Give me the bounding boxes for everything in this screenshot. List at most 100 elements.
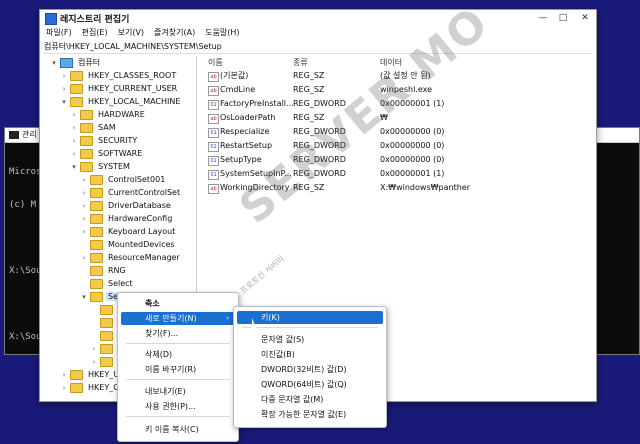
tree-item[interactable]: ▾ SYSTEM: [70, 160, 132, 173]
tree-item[interactable]: › ResourceManager: [80, 251, 182, 264]
folder-icon: [70, 96, 83, 107]
expand-down-icon[interactable]: ▾: [80, 291, 88, 304]
folder-icon: [90, 200, 103, 211]
folder-icon: [70, 369, 83, 380]
tree-item[interactable]: ▾ HKEY_LOCAL_MACHINE: [60, 95, 182, 108]
value-data: 0x00000001 (1): [380, 99, 445, 108]
mouse-cursor-icon: [252, 318, 257, 330]
string-value-icon: ab: [208, 184, 219, 194]
value-row[interactable]: ab WorkingDirectory REG_SZ X:₩windows₩panth…: [200, 181, 592, 194]
value-type: REG_SZ: [293, 71, 325, 80]
menu-item-new-label: 새로 만들기(N): [145, 314, 197, 323]
column-header-type[interactable]: 종류: [293, 56, 308, 69]
tree-item[interactable]: MountedDevices: [80, 238, 177, 251]
chevron-right-icon: ›: [226, 314, 229, 322]
tree-item[interactable]: › ControlSet001: [80, 173, 167, 186]
column-header-name[interactable]: 이름: [208, 56, 223, 69]
menu-item-new[interactable]: 새로 만들기(N) ›: [121, 312, 235, 325]
tree-item[interactable]: › DriverDatabase: [80, 199, 173, 212]
title-bar[interactable]: 레지스트리 편집기 — □ ✕: [40, 10, 596, 26]
submenu-item-qword-value[interactable]: QWORD(64비트) 값(Q): [237, 378, 383, 391]
folder-icon: [70, 83, 83, 94]
tree-item[interactable]: [90, 316, 120, 329]
submenu-item-expandable-string-value[interactable]: 확장 가능한 문자열 값(E): [237, 408, 383, 421]
menu-edit[interactable]: 편집(E): [82, 26, 108, 39]
tree-item[interactable]: RNG: [80, 264, 128, 277]
menu-file[interactable]: 파일(F): [46, 26, 72, 39]
value-row[interactable]: ab (기본값) REG_SZ (값 설정 안 됨): [200, 69, 592, 82]
tree-item[interactable]: › HardwareConfig: [80, 212, 174, 225]
tree-item[interactable]: [90, 303, 120, 316]
value-row[interactable]: 01 RestartSetup REG_DWORD 0x00000000 (0): [200, 139, 592, 152]
menu-separator: [126, 343, 230, 344]
value-name: OsLoaderPath: [220, 113, 276, 122]
tree-item[interactable]: › CurrentControlSet: [80, 186, 182, 199]
folder-icon: [90, 239, 103, 250]
tree-item[interactable]: › SAM: [70, 121, 118, 134]
value-type: REG_DWORD: [293, 127, 346, 136]
tree-item[interactable]: › SOFTWARE: [70, 147, 144, 160]
menu-item-export[interactable]: 내보내기(E): [121, 385, 235, 398]
submenu-item-key[interactable]: 키(K): [237, 311, 383, 324]
address-bar[interactable]: 컴퓨터\HKEY_LOCAL_MACHINE\SYSTEM\Setup: [44, 41, 592, 54]
value-name: (기본값): [220, 71, 249, 80]
tree-item-label: DriverDatabase: [108, 201, 171, 210]
tree-item-label: HardwareConfig: [108, 214, 173, 223]
menu-item-copy-key-name[interactable]: 키 이름 복사(C): [121, 423, 235, 436]
expand-down-icon[interactable]: ▾: [60, 96, 68, 109]
minimize-button[interactable]: —: [536, 12, 550, 24]
column-header-data[interactable]: 데이터: [380, 56, 402, 69]
submenu-item-multi-string-value[interactable]: 다중 문자열 값(M): [237, 393, 383, 406]
tree-item[interactable]: › HKEY_CURRENT_USER: [60, 82, 179, 95]
value-row[interactable]: 01 SetupType REG_DWORD 0x00000000 (0): [200, 153, 592, 166]
tree-item[interactable]: › Keyboard Layout: [80, 225, 177, 238]
tree-item-label: SECURITY: [98, 136, 138, 145]
tree-item[interactable]: › HARDWARE: [70, 108, 147, 121]
menu-separator: [126, 379, 230, 380]
tree-item[interactable]: Select: [80, 277, 135, 290]
value-name: RestartSetup: [220, 141, 273, 150]
value-row[interactable]: 01 Respecialize REG_DWORD 0x00000000 (0): [200, 125, 592, 138]
computer-icon: [60, 57, 73, 68]
expand-right-icon[interactable]: ›: [60, 382, 68, 395]
submenu-item-binary-value[interactable]: 이진값(B): [237, 348, 383, 361]
tree-item-label: 컴퓨터: [78, 58, 101, 67]
value-type: REG_SZ: [293, 113, 325, 122]
cmd-icon: [9, 130, 19, 139]
value-data: 0x00000000 (0): [380, 127, 445, 136]
tree-item[interactable]: › SECURITY: [70, 134, 139, 147]
tree-item-label: SAM: [98, 123, 116, 132]
menu-item-delete[interactable]: 삭제(D): [121, 348, 235, 361]
tree-item[interactable]: [90, 329, 120, 342]
submenu-item-dword-value[interactable]: DWORD(32비트) 값(D): [237, 363, 383, 376]
menu-view[interactable]: 보기(V): [118, 26, 144, 39]
value-row[interactable]: ab OsLoaderPath REG_SZ ₩: [200, 111, 592, 124]
value-row[interactable]: 01 SystemSetupInP... REG_DWORD 0x00000001 (…: [200, 167, 592, 180]
folder-icon: [90, 187, 103, 198]
binary-value-icon: 01: [208, 170, 219, 180]
maximize-button[interactable]: □: [556, 12, 570, 24]
binary-value-icon: 01: [208, 100, 219, 110]
tree-item-label: HKEY_CURRENT_USER: [88, 84, 178, 93]
menu-item-collapse[interactable]: 축소: [121, 297, 235, 310]
menu-separator: [242, 327, 378, 328]
binary-value-icon: 01: [208, 156, 219, 166]
menu-item-find[interactable]: 찾기(F)...: [121, 327, 235, 340]
value-type: REG_DWORD: [293, 141, 346, 150]
value-data: (값 설정 안 됨): [380, 71, 431, 80]
menu-help[interactable]: 도움말(H): [205, 26, 239, 39]
tree-item[interactable]: › HKEY_CLASSES_ROOT: [60, 69, 178, 82]
expand-down-icon[interactable]: ▾: [70, 161, 78, 174]
close-button[interactable]: ✕: [578, 12, 592, 24]
expand-down-icon[interactable]: ▾: [50, 57, 58, 70]
value-row[interactable]: ab CmdLine REG_SZ winpeshl.exe: [200, 83, 592, 96]
binary-value-icon: 01: [208, 128, 219, 138]
window-title: 레지스트리 편집기: [60, 15, 130, 25]
menu-item-permissions[interactable]: 사용 권한(P)...: [121, 400, 235, 413]
menu-item-rename[interactable]: 이름 바꾸기(R): [121, 363, 235, 376]
value-row[interactable]: 01 FactoryPreInstall... REG_DWORD 0x0000000…: [200, 97, 592, 110]
menu-favorites[interactable]: 즐겨찾기(A): [154, 26, 195, 39]
submenu-item-string-value[interactable]: 문자열 값(S): [237, 333, 383, 346]
folder-icon: [90, 252, 103, 263]
tree-item[interactable]: ▾ 컴퓨터: [50, 56, 102, 69]
